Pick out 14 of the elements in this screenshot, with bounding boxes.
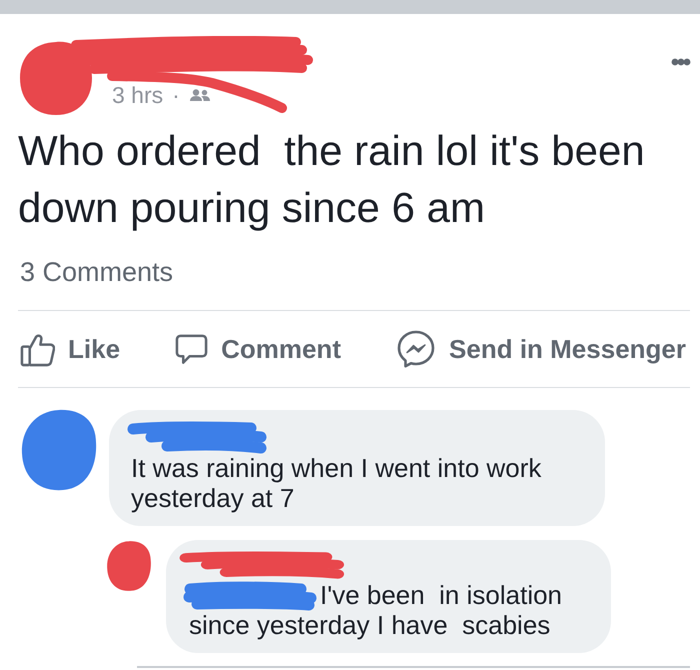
people-icon	[188, 89, 211, 101]
post-text: Who ordered the rain lol it's been down pouring since 6 am	[18, 126, 646, 233]
more-icon[interactable]	[671, 58, 691, 66]
comment-button[interactable]: Comment	[175, 332, 341, 366]
like-button[interactable]: Like	[20, 332, 120, 366]
comment-count[interactable]: 3 Comments	[20, 255, 174, 289]
comment-text: I've been in isolation since yesterday I have scabies	[189, 580, 564, 640]
thumbs-up-icon	[20, 332, 55, 366]
messenger-button[interactable]: Send in Messenger	[396, 329, 686, 369]
comment-text: It was raining when I went into work yesterday at 7	[131, 453, 542, 513]
separator-dot: ·	[172, 83, 180, 107]
post-time[interactable]: 3 hrs	[112, 83, 164, 107]
speech-bubble-icon	[175, 332, 208, 366]
lightning-bubble-icon	[396, 329, 436, 369]
